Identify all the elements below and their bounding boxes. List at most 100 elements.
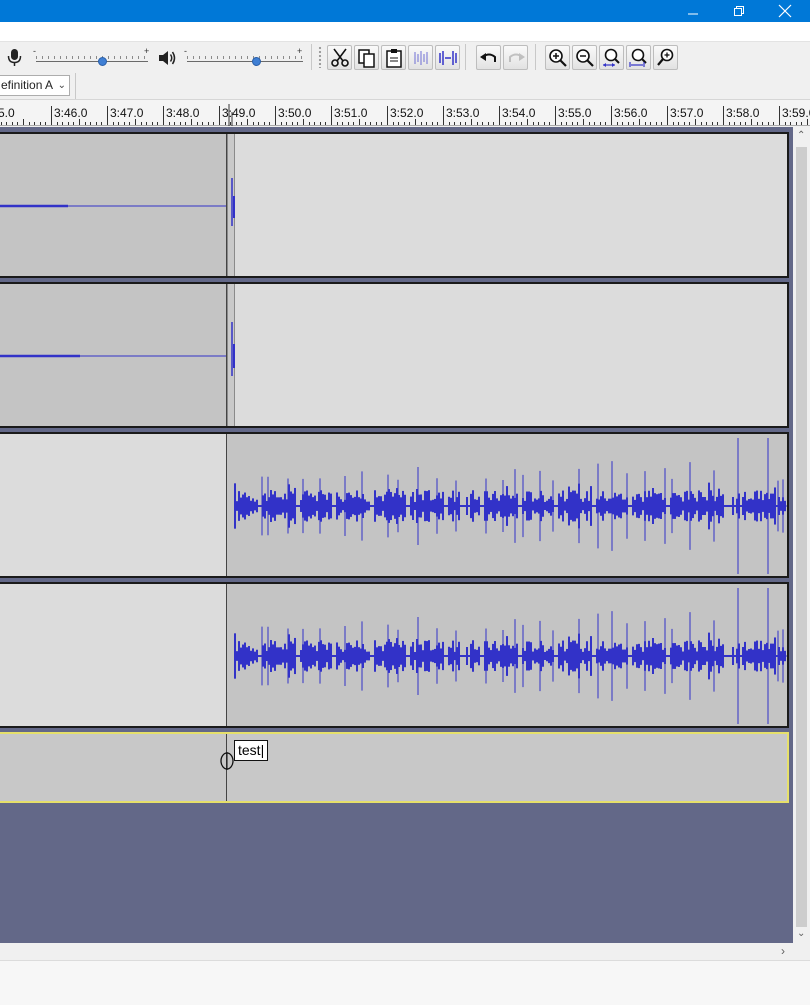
- record-slider-ticks: [36, 56, 148, 59]
- scroll-right-arrow-icon[interactable]: ›: [781, 945, 785, 957]
- scroll-up-arrow-icon[interactable]: ⌃: [797, 131, 805, 141]
- ruler-minor-tick: [146, 122, 148, 125]
- restore-button[interactable]: [716, 0, 762, 22]
- ruler-minor-tick: [112, 122, 114, 125]
- ruler-minor-tick: [39, 122, 41, 125]
- ruler-minor-tick: [359, 119, 360, 125]
- ruler-minor-tick: [678, 122, 680, 125]
- audio-track-2-left-channel[interactable]: [0, 432, 789, 578]
- ruler-minor-tick: [398, 122, 400, 125]
- menu-bar: [0, 22, 810, 42]
- ruler-major-tick: [555, 106, 556, 125]
- ruler-minor-tick: [599, 122, 601, 125]
- ruler-minor-tick: [319, 122, 321, 125]
- ruler-minor-tick: [543, 122, 545, 125]
- ruler-minor-tick: [297, 122, 299, 125]
- playback-volume-thumb[interactable]: [251, 57, 261, 66]
- ruler-minor-tick: [196, 122, 198, 125]
- ruler-minor-tick: [90, 122, 92, 125]
- playback-meter-max: +: [297, 46, 303, 56]
- ruler-major-tick: [163, 106, 164, 125]
- device-toolbar: efinition A ⌄: [0, 72, 810, 100]
- ruler-minor-tick: [510, 122, 512, 125]
- playback-volume-slider[interactable]: [187, 61, 303, 62]
- zoom-in-button[interactable]: [545, 45, 570, 70]
- ruler-minor-tick: [157, 122, 159, 125]
- ruler-tick-label: 3:59.0: [782, 106, 810, 120]
- ruler-minor-tick: [409, 122, 411, 125]
- ruler-minor-tick: [129, 122, 131, 125]
- ruler-minor-tick: [560, 122, 562, 125]
- undo-button[interactable]: [476, 45, 501, 70]
- ruler-minor-tick: [756, 122, 758, 125]
- audio-track-1-right-channel[interactable]: [0, 282, 789, 428]
- ruler-minor-tick: [762, 122, 764, 125]
- ruler-major-tick: [275, 106, 276, 125]
- record-volume-slider[interactable]: [36, 61, 148, 62]
- ruler-minor-tick: [459, 122, 461, 125]
- ruler-minor-tick: [784, 122, 786, 125]
- trim-button[interactable]: [408, 45, 433, 70]
- horizontal-scrollbar[interactable]: ›: [0, 943, 810, 960]
- minimize-button[interactable]: [670, 0, 716, 22]
- toolbar-separator: [465, 44, 466, 70]
- ruler-minor-tick: [650, 122, 652, 125]
- status-bar: [0, 960, 810, 1005]
- record-volume-thumb[interactable]: [98, 57, 108, 66]
- zoom-out-button[interactable]: [572, 45, 597, 70]
- scissors-icon: [330, 48, 349, 67]
- ruler-minor-tick: [95, 122, 97, 125]
- fit-project-button[interactable]: [626, 45, 651, 70]
- speaker-icon[interactable]: [158, 49, 178, 67]
- ruler-minor-tick: [790, 122, 792, 125]
- waveform: [234, 438, 787, 574]
- ruler-minor-tick: [202, 122, 204, 125]
- restore-icon: [734, 6, 744, 16]
- redo-button[interactable]: [503, 45, 528, 70]
- scroll-down-arrow-icon[interactable]: ⌄: [797, 929, 805, 939]
- audio-track-2-right-channel[interactable]: [0, 582, 789, 728]
- audio-host-combo[interactable]: efinition A ⌄: [0, 75, 70, 96]
- close-icon: [778, 4, 792, 18]
- microphone-icon[interactable]: [6, 48, 24, 68]
- ruler-minor-tick: [807, 119, 808, 125]
- audio-track-1-left-channel[interactable]: [0, 132, 789, 278]
- ruler-minor-tick: [11, 122, 13, 125]
- undo-icon: [479, 52, 496, 62]
- ruler-minor-tick: [454, 122, 456, 125]
- close-button[interactable]: [762, 0, 808, 22]
- ruler-minor-tick: [381, 122, 383, 125]
- label-track[interactable]: test|: [0, 732, 789, 803]
- cut-button[interactable]: [327, 45, 352, 70]
- timeline-ruler[interactable]: 5.03:46.03:47.03:48.03:49.03:50.03:51.03…: [0, 100, 810, 126]
- waveform: [0, 322, 235, 376]
- record-meter-min: -: [33, 46, 36, 56]
- fit-selection-button[interactable]: [599, 45, 624, 70]
- ruler-minor-tick: [695, 119, 696, 125]
- ruler-minor-tick: [583, 119, 584, 125]
- ruler-minor-tick: [191, 119, 192, 125]
- paste-button[interactable]: [381, 45, 406, 70]
- ruler-minor-tick: [622, 122, 624, 125]
- ruler-minor-tick: [426, 122, 428, 125]
- ruler-minor-tick: [342, 122, 344, 125]
- vertical-scroll-thumb[interactable]: [796, 147, 807, 927]
- ruler-minor-tick: [17, 122, 19, 125]
- zoom-toggle-button[interactable]: [653, 45, 678, 70]
- copy-button[interactable]: [354, 45, 379, 70]
- ruler-major-tick: [331, 106, 332, 125]
- ruler-minor-tick: [62, 122, 64, 125]
- ruler-minor-tick: [207, 122, 209, 125]
- ruler-tick-label: 3:55.0: [558, 106, 592, 120]
- ruler-minor-tick: [84, 122, 86, 125]
- ruler-minor-tick: [123, 122, 125, 125]
- track-panel: test|: [0, 127, 793, 943]
- ruler-minor-tick: [6, 122, 8, 125]
- ruler-major-tick: [723, 106, 724, 125]
- label-text-box[interactable]: test|: [234, 740, 269, 761]
- minimize-icon: [688, 13, 698, 15]
- vertical-scrollbar[interactable]: ⌃ ⌄: [793, 127, 810, 943]
- ruler-major-tick: [443, 106, 444, 125]
- toolbar-grip[interactable]: [318, 46, 322, 68]
- silence-button[interactable]: [435, 45, 460, 70]
